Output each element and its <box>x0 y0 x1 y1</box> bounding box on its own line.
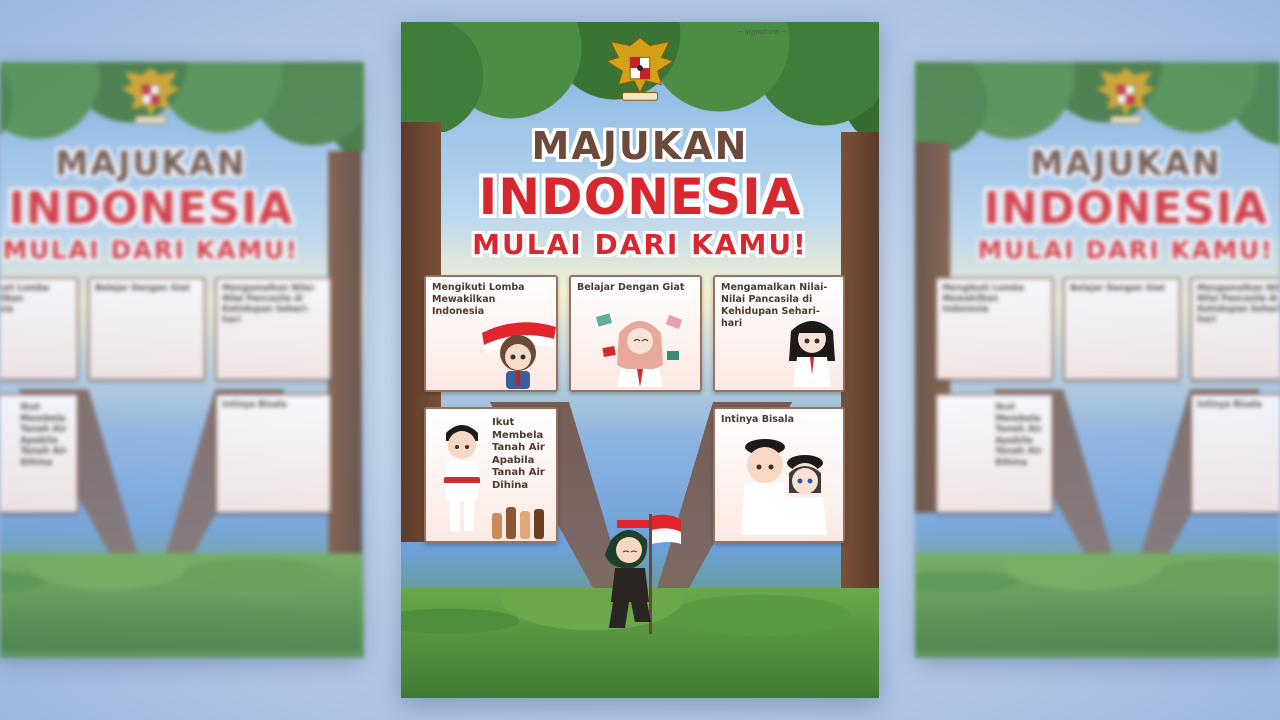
activity-card: Mengamalkan Nilai-Nilai Pancasila di Keh… <box>215 277 332 381</box>
student-character-icon <box>595 313 683 387</box>
garuda-emblem-icon <box>1096 67 1156 124</box>
card-label: Intinya Bisala <box>1197 399 1262 410</box>
card-label: Intinya Bisala <box>222 399 287 410</box>
card-label: Belajar Dengan Giat <box>1070 283 1165 294</box>
poster-title-line2: INDONESIA <box>478 168 802 226</box>
student-character-icon <box>482 322 556 389</box>
grass-field <box>0 553 362 651</box>
card-label: Intinya Bisala <box>721 414 794 425</box>
flag-bearer-character <box>605 514 681 634</box>
activity-card: Mengikuti Lomba Mewakilkan Indonesia <box>424 275 558 392</box>
poster-title-line2: INDONESIA <box>8 182 294 234</box>
student-character-icon <box>789 321 835 387</box>
card-label: Belajar Dengan Giat <box>95 283 190 294</box>
activity-card: Intinya Bisala <box>713 407 845 543</box>
activity-card: Mengikuti Lomba Mewakilkan Indonesia <box>935 277 1054 381</box>
card-label: Mengikuti Lomba Mewakilkan Indonesia <box>942 283 1025 314</box>
card-label: Ikut Membela Tanah Air Apabila Tanah Air… <box>995 402 1042 468</box>
poster-title-line1: MAJUKAN <box>55 143 247 183</box>
student-character-icon <box>741 439 827 535</box>
poster-title-line1: MAJUKAN <box>531 124 749 168</box>
activity-card: Mengikuti Lomba Mewakilkan Indonesia <box>0 277 79 381</box>
activity-card: Ikut Membela Tanah Air Apabila Tanah Air… <box>424 407 558 543</box>
card-label: Mengikuti Lomba Mewakilkan Indonesia <box>432 282 525 317</box>
card-label: Ikut Membela Tanah Air Apabila Tanah Air… <box>20 402 67 468</box>
grass-field <box>915 553 1280 651</box>
card-label: Mengamalkan Nilai-Nilai Pancasila di Keh… <box>222 283 317 325</box>
activity-card: Belajar Dengan Giat <box>88 277 206 381</box>
poster-title-line1: MAJUKAN <box>1030 143 1222 183</box>
garuda-emblem-icon <box>121 67 181 124</box>
activity-card: Mengamalkan Nilai-Nilai Pancasila di Keh… <box>713 275 845 392</box>
garuda-emblem-icon <box>605 37 675 101</box>
card-label: Ikut Membela Tanah Air Apabila Tanah Air… <box>492 417 545 491</box>
poster-title-line3: MULAI DARI KAMU! <box>977 235 1274 265</box>
activity-card: Intinya Bisala <box>215 393 332 514</box>
activity-card: Ikut Membela Tanah Air Apabila Tanah Air… <box>935 393 1054 514</box>
poster-title-line3: MULAI DARI KAMU! <box>472 228 808 261</box>
card-label: Mengamalkan Nilai-Nilai Pancasila di Keh… <box>1197 283 1280 325</box>
raised-fists-icon <box>492 507 544 539</box>
poster-title-line2: INDONESIA <box>983 182 1269 234</box>
activity-card: Mengamalkan Nilai-Nilai Pancasila di Keh… <box>1190 277 1280 381</box>
activity-card: Belajar Dengan Giat <box>569 275 702 392</box>
artist-signature: ~ signature ~ <box>737 28 787 36</box>
card-label: Belajar Dengan Giat <box>577 282 685 293</box>
student-character-icon <box>444 425 480 531</box>
poster-preview-left: MAJUKAN INDONESIA MULAI DARI KAMU! Mengi… <box>0 62 364 658</box>
activity-card: Belajar Dengan Giat <box>1063 277 1181 381</box>
poster-preview-right: MAJUKAN INDONESIA MULAI DARI KAMU! Mengi… <box>915 62 1280 658</box>
poster-main: MAJUKAN INDONESIA MULAI DARI KAMU! Mengi… <box>401 22 879 698</box>
card-label: Mengikuti Lomba Mewakilkan Indonesia <box>0 283 50 314</box>
activity-card: Intinya Bisala <box>1190 393 1280 514</box>
activity-card: Ikut Membela Tanah Air Apabila Tanah Air… <box>0 393 79 514</box>
poster-title-line3: MULAI DARI KAMU! <box>2 235 299 265</box>
